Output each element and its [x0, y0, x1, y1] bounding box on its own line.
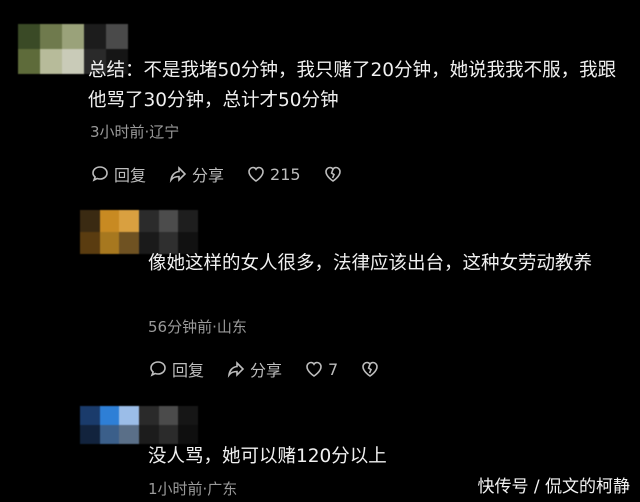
avatar-pixel: [84, 24, 106, 49]
reply-bubble-icon: [92, 166, 108, 182]
broken-heart-icon: [324, 166, 341, 182]
avatar-pixel: [18, 24, 40, 49]
comment-actions: 回复 分享 7: [148, 357, 406, 381]
avatar-pixel: [80, 425, 100, 444]
share-arrow-icon: [227, 361, 245, 378]
reply-button[interactable]: 回复: [148, 357, 204, 381]
broken-heart-icon: [362, 361, 379, 377]
reply-label: 回复: [114, 166, 147, 185]
avatar-pixel: [178, 210, 198, 232]
avatar-pixel: [40, 49, 62, 74]
comment-text: 像她这样的女人很多，法律应该出台，这种女劳动教养: [148, 253, 593, 274]
dislike-button[interactable]: [323, 164, 347, 184]
like-count: 7: [328, 359, 339, 379]
avatar-pixel: [106, 24, 128, 49]
avatar-pixel: [18, 49, 40, 74]
comment-meta: 56分钟前·山东: [148, 318, 247, 336]
avatar-pixel: [99, 210, 120, 232]
comment-meta: 1小时前·广东: [148, 480, 238, 498]
reply-button[interactable]: 回复: [90, 162, 146, 186]
avatar-pixel: [99, 425, 120, 444]
comment-actions: 回复 分享 215: [90, 162, 369, 186]
avatar-pixel: [138, 406, 159, 425]
avatar-pixel: [158, 406, 179, 425]
watermark: 快传号 / 侃文的柯静: [477, 477, 630, 497]
avatar-pixel: [158, 210, 179, 232]
avatar-pixel: [99, 232, 120, 254]
avatar-pixel: [119, 425, 139, 444]
avatar-pixel: [40, 24, 62, 49]
avatar-pixelated[interactable]: [80, 210, 198, 254]
avatar-pixel: [119, 232, 139, 254]
reply-label: 回复: [172, 361, 205, 380]
heart-icon: [306, 361, 322, 377]
avatar-pixel: [99, 406, 120, 425]
avatar-pixel: [62, 24, 84, 49]
share-arrow-icon: [169, 166, 187, 183]
comment-meta: 3小时前·辽宁: [90, 123, 180, 141]
avatar-pixel: [62, 49, 84, 74]
dislike-button[interactable]: [360, 359, 384, 379]
share-button[interactable]: 分享: [168, 162, 224, 186]
comment-text: 没人骂，她可以赌120分以上: [148, 446, 387, 467]
avatar-pixel: [80, 406, 100, 425]
like-button[interactable]: 215: [246, 164, 301, 184]
like-button[interactable]: 7: [304, 359, 338, 379]
avatar-pixel: [80, 210, 100, 232]
heart-icon: [248, 166, 264, 182]
share-label: 分享: [192, 166, 225, 185]
share-label: 分享: [250, 361, 283, 380]
share-button[interactable]: 分享: [226, 357, 282, 381]
reply-bubble-icon: [150, 361, 166, 377]
avatar-pixel: [178, 406, 198, 425]
avatar-pixel: [138, 210, 159, 232]
avatar-pixelated[interactable]: [80, 406, 198, 444]
like-count: 215: [270, 164, 301, 184]
comment-text: 总结：不是我堵50分钟，我只赌了20分钟，她说我我不服，我跟他骂了30分钟，总计…: [88, 60, 617, 111]
avatar-pixel: [119, 210, 139, 232]
avatar-pixel: [119, 406, 139, 425]
avatar-pixel: [80, 232, 100, 254]
